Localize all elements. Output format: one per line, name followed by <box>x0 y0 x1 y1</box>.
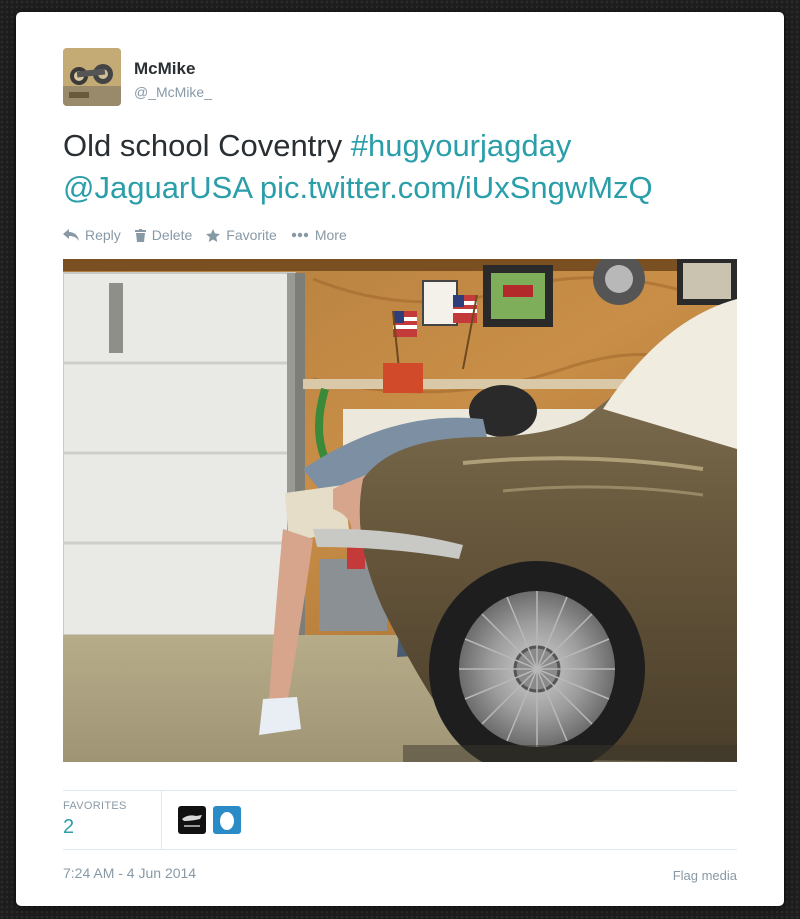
trash-icon <box>134 228 146 242</box>
flag-media-link[interactable]: Flag media <box>673 868 737 883</box>
favoriters-list <box>178 806 248 834</box>
reply-action[interactable]: Reply <box>63 227 121 243</box>
reply-icon <box>63 229 79 241</box>
more-action[interactable]: More <box>291 227 347 243</box>
author-avatar[interactable] <box>63 48 121 106</box>
default-egg-avatar[interactable] <box>213 806 241 834</box>
more-label: More <box>314 227 347 243</box>
tweet-text: Old school Coventry #hugyourjagday @Jagua… <box>63 125 763 209</box>
favorite-action[interactable]: Favorite <box>206 227 277 243</box>
tweet-stats: FAVORITES 2 <box>63 790 737 850</box>
delete-label: Delete <box>151 227 193 243</box>
jaguar-logo-avatar[interactable] <box>178 806 206 834</box>
reply-label: Reply <box>85 227 121 243</box>
mention-link[interactable]: @JaguarUSA <box>63 170 251 205</box>
tweet-card: McMike @_McMike_ Old school Coventry #hu… <box>16 12 784 906</box>
favorite-label: Favorite <box>226 227 277 243</box>
author-name[interactable]: McMike <box>134 59 195 79</box>
hashtag-link[interactable]: #hugyourjagday <box>351 128 572 163</box>
tweet-text-plain: Old school Coventry <box>63 128 351 163</box>
favorites-label: FAVORITES <box>63 800 127 812</box>
star-icon <box>206 228 221 242</box>
garage-photo-illustration <box>63 259 737 762</box>
delete-action[interactable]: Delete <box>134 227 193 243</box>
tweet-timestamp[interactable]: 7:24 AM - 4 Jun 2014 <box>63 865 196 881</box>
tweet-photo[interactable] <box>63 259 737 762</box>
pic-link[interactable]: pic.twitter.com/iUxSngwMzQ <box>260 170 653 205</box>
stats-divider <box>161 791 162 849</box>
favorites-count[interactable]: 2 <box>63 816 74 839</box>
ellipsis-icon <box>291 232 309 238</box>
tweet-actions: Reply Delete Favorite More <box>63 225 361 245</box>
author-handle[interactable]: @_McMike_ <box>134 84 212 100</box>
